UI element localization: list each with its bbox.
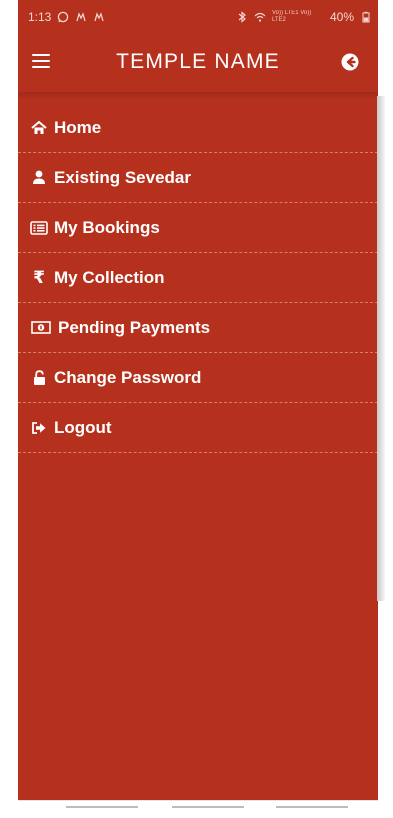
menu-item-my-collection[interactable]: ₹ My Collection [18, 253, 378, 303]
arrow-left-circle-icon [341, 53, 359, 71]
status-time: 1:13 [28, 10, 52, 24]
nav-home-button[interactable] [172, 806, 244, 808]
menu-item-label: Change Password [54, 367, 202, 387]
rupee-icon: ₹ [33, 268, 45, 287]
notification-icon [75, 11, 87, 23]
page-title: TEMPLE NAME [116, 50, 280, 73]
menu-item-existing-sevedar[interactable]: Existing Sevedar [18, 153, 378, 203]
whatsapp-icon [57, 11, 69, 23]
menu-item-label: My Collection [54, 267, 165, 287]
menu-item-change-password[interactable]: Change Password [18, 353, 378, 403]
user-icon [30, 170, 48, 186]
home-icon [30, 120, 48, 136]
menu-item-home[interactable]: Home [18, 103, 378, 153]
lock-icon [30, 369, 48, 386]
bluetooth-icon [236, 11, 248, 23]
notification-icon [93, 11, 105, 23]
app-bar: TEMPLE NAME [18, 36, 378, 92]
drawer-shadow [18, 92, 378, 100]
menu-item-pending-payments[interactable]: Pending Payments [18, 303, 378, 353]
wifi-icon [254, 11, 266, 23]
app-screen: 1:13 Vo)) LTE1 Vo)) LTE2 40% TEMPLE NAME… [18, 0, 378, 817]
menu-item-my-bookings[interactable]: My Bookings [18, 203, 378, 253]
money-icon [30, 320, 52, 336]
battery-icon [360, 11, 372, 23]
menu-item-label: Existing Sevedar [54, 167, 192, 187]
system-nav-bar [18, 800, 378, 818]
nav-recents-button[interactable] [66, 806, 138, 808]
signal-text: Vo)) LTE1 Vo)) LTE2 [271, 10, 312, 23]
logout-icon [30, 420, 48, 436]
list-icon [30, 220, 48, 236]
menu-item-label: Pending Payments [58, 317, 211, 337]
drawer-menu: Home Existing Sevedar My Bookings ₹ My C… [18, 103, 378, 453]
menu-item-label: Home [54, 117, 102, 137]
menu-item-label: Logout [54, 417, 112, 437]
back-button[interactable] [340, 52, 360, 72]
status-bar: 1:13 Vo)) LTE1 Vo)) LTE2 40% [18, 0, 378, 36]
nav-back-button[interactable] [276, 806, 348, 808]
menu-item-label: My Bookings [54, 217, 160, 237]
battery-level: 40% [329, 10, 354, 24]
menu-item-logout[interactable]: Logout [18, 403, 378, 453]
underlying-page-edge [377, 96, 385, 601]
